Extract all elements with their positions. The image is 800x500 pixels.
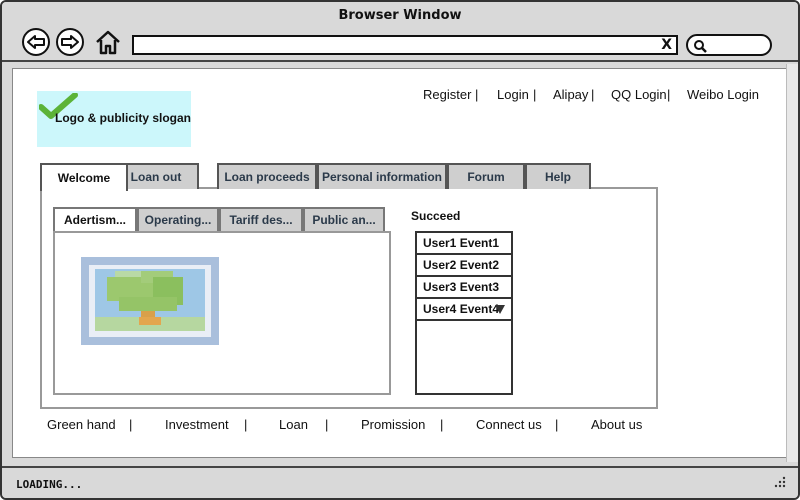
connect-us-link[interactable]: Connect us [476,417,542,432]
tab-welcome[interactable]: Welcome [40,163,128,191]
url-bar[interactable]: X [132,35,678,55]
back-button[interactable] [22,28,50,56]
page-content: Logo & publicity slogan Register | Login… [12,68,788,458]
list-item[interactable]: User2 Event2 [417,255,511,277]
arrow-left-icon [27,35,45,49]
vertical-scrollbar[interactable] [786,64,798,462]
status-text: LOADING... [16,478,83,491]
promission-link[interactable]: Promission [361,417,425,432]
triangle-down-icon[interactable] [495,305,505,314]
list-item[interactable]: User4 Event4 [417,299,511,321]
separator: | [129,417,133,432]
separator: | [244,417,248,432]
loan-link[interactable]: Loan [279,417,308,432]
tab-help[interactable]: Help [525,163,591,189]
list-item-label: User4 Event4 [423,302,500,316]
weibo-login-link[interactable]: Weibo Login [687,87,759,102]
search-input[interactable] [686,34,772,56]
separator: | [667,87,671,102]
separator: | [475,87,479,102]
login-link[interactable]: Login [497,87,529,102]
window-title: Browser Window [338,8,462,23]
separator: | [325,417,329,432]
url-clear-button[interactable]: X [661,37,672,53]
home-icon [96,30,120,55]
status-bar: LOADING... [2,466,798,498]
succeed-list[interactable]: User1 Event1 User2 Event2 User3 Event3 U… [415,231,513,395]
alipay-link[interactable]: Alipay [553,87,588,102]
tab-personal-information[interactable]: Personal information [317,163,447,189]
register-link[interactable]: Register [423,87,471,102]
succeed-label: Succeed [411,209,461,223]
tab-forum[interactable]: Forum [447,163,525,189]
forward-button[interactable] [56,28,84,56]
arrow-right-icon [61,35,79,49]
subtab-advertisement[interactable]: Adertism... [53,207,137,231]
green-hand-link[interactable]: Green hand [47,417,116,432]
about-us-link[interactable]: About us [591,417,642,432]
list-item[interactable]: User3 Event3 [417,277,511,299]
separator: | [440,417,444,432]
logo[interactable]: Logo & publicity slogan [37,91,191,147]
tab-loan-proceeds[interactable]: Loan proceeds [217,163,317,189]
separator: | [591,87,595,102]
search-icon [694,40,707,53]
title-bar: Browser Window X [2,2,798,62]
resize-grip-icon[interactable] [772,476,786,490]
subtab-tariff[interactable]: Tariff des... [219,207,303,231]
home-button[interactable] [94,28,122,56]
investment-link[interactable]: Investment [165,417,229,432]
qq-login-link[interactable]: QQ Login [611,87,667,102]
image-placeholder-icon [81,257,219,345]
subtab-public[interactable]: Public an... [303,207,385,231]
subtab-operating[interactable]: Operating... [137,207,219,231]
list-item[interactable]: User1 Event1 [417,233,511,255]
browser-window: Browser Window X Logo & publicity slogan… [0,0,800,500]
separator: | [555,417,559,432]
separator: | [533,87,537,102]
logo-slogan: Logo & publicity slogan [55,111,191,125]
